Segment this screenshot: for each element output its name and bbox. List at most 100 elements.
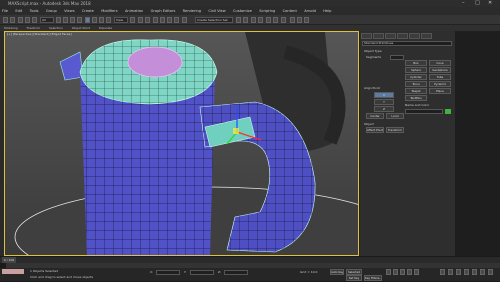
coord-y-field[interactable] (190, 270, 214, 275)
menu-content[interactable]: Content (283, 9, 297, 13)
menu-edit[interactable]: Edit (15, 9, 22, 13)
transform-button[interactable]: Transform (386, 127, 404, 133)
object-color-swatch[interactable] (445, 109, 451, 114)
minimize-button[interactable]: – (462, 0, 465, 7)
maximize-button[interactable]: □ (475, 0, 480, 7)
utilities-tab-icon[interactable] (421, 33, 432, 39)
menu-arnold[interactable]: Arnold (304, 9, 316, 13)
zoom-all-icon[interactable] (448, 269, 453, 275)
render-icon[interactable] (304, 17, 309, 23)
next-frame-icon[interactable] (407, 269, 412, 275)
set-key-button[interactable]: Set Key (346, 275, 362, 281)
pivot-y-checkbox[interactable]: Y (374, 99, 394, 105)
window-crossing-icon[interactable] (77, 17, 82, 23)
menu-civil-view[interactable]: Civil View (208, 9, 225, 13)
hierarchy-tab-icon[interactable] (385, 33, 396, 39)
menu-file[interactable]: File (2, 9, 8, 13)
ribbon-tab-modeling[interactable]: Modeling (4, 26, 18, 30)
affect-pivot-button[interactable]: Affect Pivot (366, 127, 384, 133)
primitive-torus-button[interactable]: Torus (405, 81, 427, 87)
select-by-name-icon[interactable] (63, 17, 68, 23)
mirror-icon[interactable] (236, 17, 241, 23)
ribbon-tab-object-paint[interactable]: Object Paint (72, 26, 90, 30)
select-object-icon[interactable] (56, 17, 61, 23)
menu-customize[interactable]: Customize (233, 9, 252, 13)
display-tab-icon[interactable] (409, 33, 420, 39)
segments-field[interactable] (390, 55, 404, 60)
primitive-tube-button[interactable]: Tube (429, 74, 451, 80)
align-icon[interactable] (243, 17, 248, 23)
coord-x-field[interactable] (156, 270, 180, 275)
layer-explorer-icon[interactable] (251, 17, 256, 23)
menu-modifiers[interactable]: Modifiers (101, 9, 117, 13)
menu-scripting[interactable]: Scripting (259, 9, 275, 13)
pivot-center-button[interactable]: Center (366, 113, 384, 119)
pivot-z-checkbox[interactable]: Z (374, 106, 394, 112)
name-color-rollout[interactable]: Name and Color (405, 103, 429, 107)
play-icon[interactable] (400, 269, 405, 275)
ribbon-tab-freeform[interactable]: Freeform (27, 26, 40, 30)
maximize-viewport-icon[interactable] (488, 269, 493, 275)
menu-graph-editors[interactable]: Graph Editors (151, 9, 176, 13)
modify-tab-icon[interactable] (373, 33, 384, 39)
curve-editor-icon[interactable] (266, 17, 271, 23)
object-type-rollout[interactable]: Object Type (364, 49, 382, 53)
primitive-geosphere-button[interactable]: GeoSphere (429, 67, 451, 73)
ribbon-tab-populate[interactable]: Populate (99, 26, 112, 30)
orbit-icon[interactable] (480, 269, 485, 275)
primitive-textplus-button[interactable]: TextPlus (405, 95, 427, 101)
bind-space-warp-icon[interactable] (32, 17, 37, 23)
schematic-view-icon[interactable] (273, 17, 278, 23)
ribbon-tab-selection[interactable]: Selection (49, 26, 63, 30)
primitive-teapot-button[interactable]: Teapot (405, 88, 427, 94)
primitive-box-button[interactable]: Box (405, 60, 427, 66)
keyboard-shortcut-icon[interactable] (145, 17, 150, 23)
key-filters-button[interactable]: Key Filters... (364, 275, 382, 281)
scale-icon[interactable] (99, 17, 104, 23)
material-editor-icon[interactable] (281, 17, 286, 23)
menu-help[interactable]: Help (323, 9, 331, 13)
menu-views[interactable]: Views (64, 9, 74, 13)
create-tab-icon[interactable] (361, 33, 372, 39)
viewport-label[interactable]: [+] [Perspective] [Standard] [Edged Face… (7, 32, 72, 36)
angle-snap-icon[interactable] (160, 17, 165, 23)
link-icon[interactable] (18, 17, 23, 23)
render-setup-icon[interactable] (290, 17, 295, 23)
field-of-view-icon[interactable] (464, 269, 469, 275)
pan-icon[interactable] (472, 269, 477, 275)
gizmo-plane-handle[interactable] (233, 128, 239, 134)
primitive-pyramid-button[interactable]: Pyramid (429, 81, 451, 87)
menu-rendering[interactable]: Rendering (183, 9, 201, 13)
reference-coordinate-dropdown[interactable]: View (114, 17, 128, 23)
zoom-extents-icon[interactable] (456, 269, 461, 275)
coord-z-field[interactable] (224, 270, 248, 275)
placement-icon[interactable] (106, 17, 111, 23)
primitive-sphere-button[interactable]: Sphere (405, 67, 427, 73)
menu-animation[interactable]: Animation (125, 9, 143, 13)
zoom-icon[interactable] (440, 269, 445, 275)
motion-tab-icon[interactable] (397, 33, 408, 39)
go-to-end-icon[interactable] (414, 269, 419, 275)
percent-snap-icon[interactable] (167, 17, 172, 23)
undo-icon[interactable] (3, 17, 8, 23)
named-selection-set-dropdown[interactable]: Create Selection Set (195, 17, 233, 23)
rotate-icon[interactable] (92, 17, 97, 23)
menu-group[interactable]: Group (46, 9, 57, 13)
toggle-ribbon-icon[interactable] (258, 17, 263, 23)
maxscript-listener[interactable] (2, 269, 24, 274)
region-select-icon[interactable] (70, 17, 75, 23)
previous-frame-icon[interactable] (393, 269, 398, 275)
select-manipulate-icon[interactable] (138, 17, 143, 23)
auto-key-button[interactable]: Auto Key (330, 269, 344, 275)
object-name-field[interactable] (405, 109, 443, 114)
close-button[interactable]: ✕ (488, 0, 492, 7)
pivot-local-button[interactable]: Local (386, 113, 404, 119)
selection-filter-dropdown[interactable]: All (40, 17, 54, 23)
redo-icon[interactable] (10, 17, 15, 23)
pivot-center-icon[interactable] (130, 17, 135, 23)
primitive-cone-button[interactable]: Cone (429, 60, 451, 66)
pivot-x-checkbox[interactable]: X (374, 92, 394, 98)
primitive-cylinder-button[interactable]: Cylinder (405, 74, 427, 80)
primitive-plane-button[interactable]: Plane (429, 88, 451, 94)
go-to-start-icon[interactable] (386, 269, 391, 275)
